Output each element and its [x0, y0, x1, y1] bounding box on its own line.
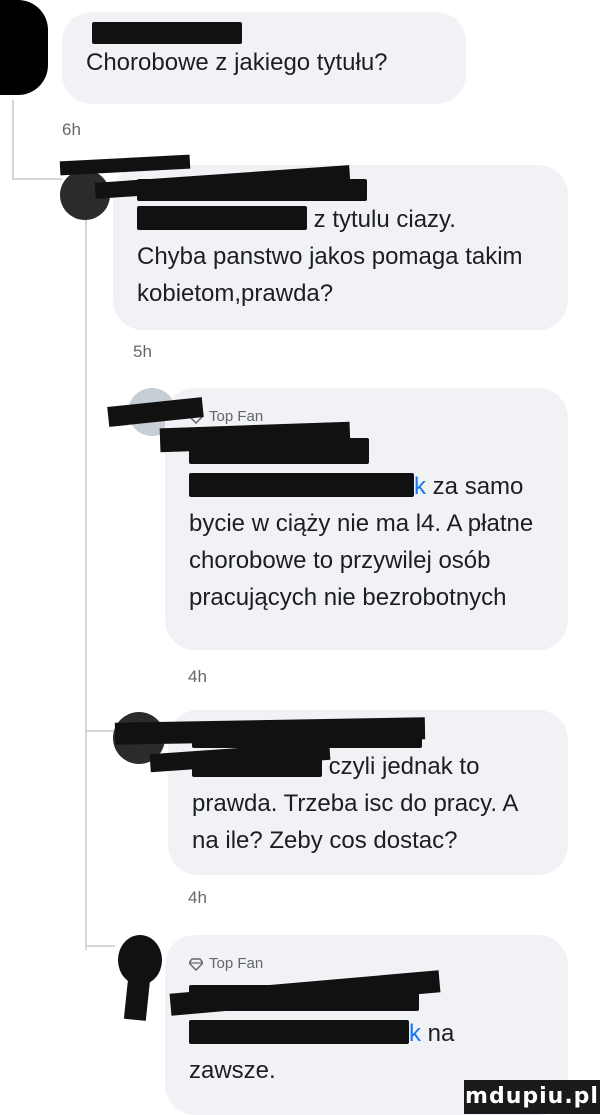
- comment-bubble-1: Chorobowe z jakiego tytułu?: [62, 12, 466, 104]
- comment-text: k za samo: [189, 468, 544, 505]
- top-fan-badge[interactable]: Top Fan: [189, 953, 544, 975]
- avatar[interactable]: [0, 0, 48, 95]
- thread-line-sub: [85, 220, 87, 950]
- comment-text: z tytulu ciazy.: [137, 201, 544, 238]
- mention-tail[interactable]: k: [414, 473, 426, 500]
- comment-text: k na: [189, 1015, 544, 1052]
- comment-text: Chorobowe z jakiego tytułu?: [86, 49, 388, 76]
- mention-tail[interactable]: k: [409, 1020, 421, 1047]
- comment-time[interactable]: 5h: [133, 342, 152, 362]
- comment-time[interactable]: 4h: [188, 888, 207, 908]
- thread-line-curve: [12, 178, 62, 180]
- watermark-logo: mdupiu.pl: [464, 1080, 600, 1114]
- thread-line-branch-4: [85, 945, 115, 947]
- diamond-icon: [189, 958, 203, 971]
- comment-text-continued: bycie w ciąży nie ma l4. A płatne chorob…: [189, 510, 534, 611]
- mention-redacted[interactable]: [137, 206, 307, 230]
- top-fan-label: Top Fan: [209, 955, 264, 972]
- thread-line-branch-3: [85, 730, 115, 732]
- mention-redacted[interactable]: [189, 1020, 409, 1044]
- thread-line-main: [12, 100, 14, 180]
- comment-time[interactable]: 6h: [62, 120, 81, 140]
- comment-text-continued: prawda. Trzeba isc do pracy. A na ile? Z…: [192, 790, 518, 854]
- comment-text-continued: Chyba panstwo jakos pomaga takim kobieto…: [137, 243, 523, 307]
- commenter-name-redacted[interactable]: [92, 22, 242, 44]
- comment-time[interactable]: 4h: [188, 667, 207, 687]
- mention-redacted[interactable]: [189, 473, 414, 497]
